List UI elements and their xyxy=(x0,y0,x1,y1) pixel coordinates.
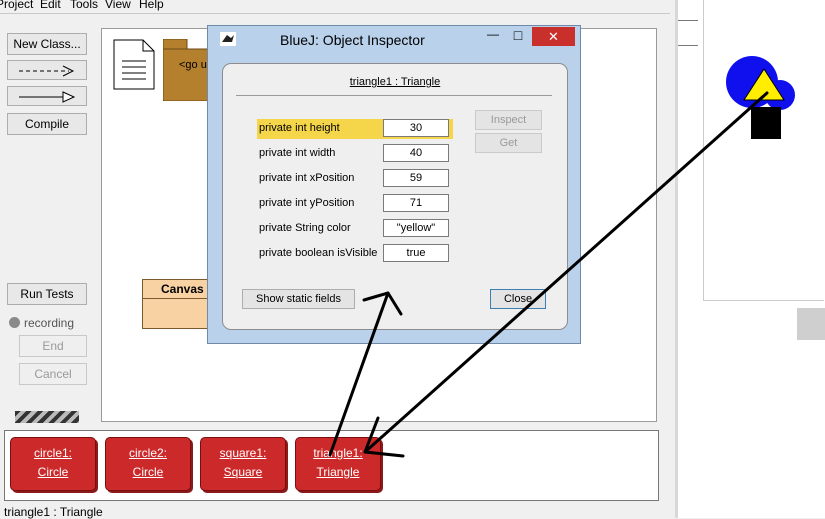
annotation-line-bench-to-inspector xyxy=(328,291,390,457)
annotation-line-shape-to-object xyxy=(363,91,769,454)
annotation-arrows xyxy=(328,91,769,458)
